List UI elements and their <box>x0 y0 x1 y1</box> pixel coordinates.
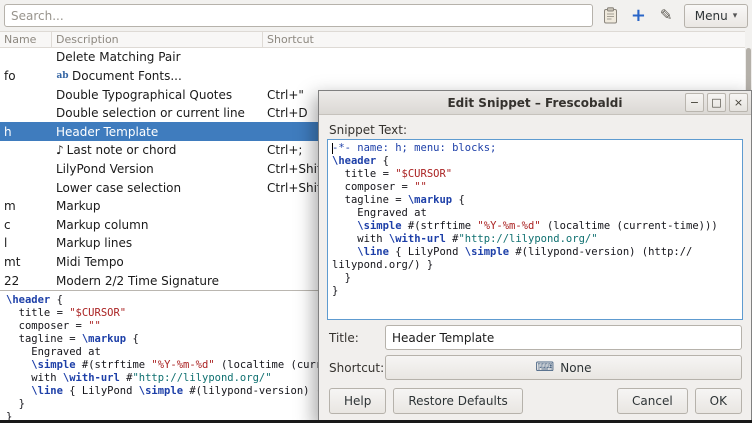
title-label: Title: <box>329 331 385 345</box>
code-line: } <box>332 285 738 298</box>
row-description-text: Last note or chord <box>67 143 177 157</box>
code-line: \header { <box>332 155 738 168</box>
row-name: l <box>0 236 52 250</box>
code-line: Engraved at <box>332 207 738 220</box>
chevron-down-icon: ▾ <box>733 11 738 21</box>
row-description-text: Delete Matching Pair <box>56 50 181 64</box>
shortcut-label: Shortcut: <box>329 361 385 375</box>
row-description: Header Template <box>52 125 263 139</box>
maximize-icon[interactable]: □ <box>707 93 726 112</box>
add-snippet-icon[interactable]: + <box>629 6 649 26</box>
row-description: Modern 2/2 Time Signature <box>52 274 263 288</box>
row-name: fo <box>0 69 52 83</box>
code-line: tagline = \markup { <box>332 194 738 207</box>
code-line: \simple #(strftime "%Y-%m-%d" (localtime… <box>332 220 738 233</box>
window-controls: − □ × <box>685 93 748 112</box>
music-note-icon: ♪ <box>56 143 64 157</box>
row-name: 22 <box>0 274 52 288</box>
row-description: Delete Matching Pair <box>52 50 263 64</box>
shortcut-button[interactable]: ⌨ None <box>385 355 742 380</box>
row-description-text: Markup column <box>56 218 148 232</box>
clipboard-graphic <box>603 7 618 24</box>
column-header-name[interactable]: Name <box>0 32 52 47</box>
text-cursor <box>332 143 333 154</box>
code-line: \line { LilyPond \simple #(lilypond-vers… <box>332 246 738 259</box>
keyboard-icon: ⌨ <box>535 361 554 374</box>
row-name: m <box>0 199 52 213</box>
row-description-text: Header Template <box>56 125 158 139</box>
row-description-text: Document Fonts... <box>72 69 182 83</box>
table-header: Name Description Shortcut <box>0 31 745 48</box>
cancel-button[interactable]: Cancel <box>617 388 688 414</box>
ok-button[interactable]: OK <box>695 388 742 414</box>
shortcut-field-row: Shortcut: ⌨ None <box>329 355 742 380</box>
button-spacer <box>530 388 610 414</box>
row-description-text: Double selection or current line <box>56 106 245 120</box>
snippet-text-label: Snippet Text: <box>329 123 407 137</box>
table-row[interactable]: foabDocument Fonts... <box>0 67 745 86</box>
column-header-description[interactable]: Description <box>52 32 263 47</box>
toolbar: + ✎ Menu ▾ <box>0 0 752 31</box>
help-button[interactable]: Help <box>329 388 386 414</box>
dialog-titlebar[interactable]: Edit Snippet – Frescobaldi − □ × <box>319 91 751 115</box>
row-description-text: Modern 2/2 Time Signature <box>56 274 219 288</box>
code-line: composer = "" <box>332 181 738 194</box>
edit-snippet-icon[interactable]: ✎ <box>656 6 676 26</box>
code-line: } <box>332 272 738 285</box>
row-description-text: Double Typographical Quotes <box>56 88 232 102</box>
row-description-text: Midi Tempo <box>56 255 124 269</box>
row-name: c <box>0 218 52 232</box>
title-input[interactable] <box>385 325 742 350</box>
row-description: Midi Tempo <box>52 255 263 269</box>
row-description-text: LilyPond Version <box>56 162 154 176</box>
search-input[interactable] <box>4 4 593 27</box>
row-name: h <box>0 125 52 139</box>
document-fonts-icon: ab <box>56 69 69 82</box>
edit-snippet-dialog: Edit Snippet – Frescobaldi − □ × Snippet… <box>318 90 752 423</box>
dialog-button-row: Help Restore Defaults Cancel OK <box>329 388 742 414</box>
table-row[interactable]: Delete Matching Pair <box>0 48 745 67</box>
code-line: lilypond.org/) } <box>332 259 738 272</box>
code-line: -*- name: h; menu: blocks; <box>332 142 738 155</box>
row-description: Markup <box>52 199 263 213</box>
row-description: Double selection or current line <box>52 106 263 120</box>
row-name: mt <box>0 255 52 269</box>
shortcut-value: None <box>560 361 591 375</box>
row-description: ♪Last note or chord <box>52 143 263 157</box>
snippet-manager-window: + ✎ Menu ▾ Name Description Shortcut Del… <box>0 0 752 423</box>
code-line: title = "$CURSOR" <box>332 168 738 181</box>
paste-icon[interactable] <box>601 6 621 26</box>
row-description: Double Typographical Quotes <box>52 88 263 102</box>
restore-defaults-button[interactable]: Restore Defaults <box>393 388 522 414</box>
snippet-text-editor[interactable]: -*- name: h; menu: blocks;\header { titl… <box>327 139 743 320</box>
row-description-text: Markup lines <box>56 236 132 250</box>
menu-button[interactable]: Menu ▾ <box>684 4 748 28</box>
row-description: Markup lines <box>52 236 263 250</box>
close-icon[interactable]: × <box>729 93 748 112</box>
row-description-text: Markup <box>56 199 100 213</box>
row-description: Markup column <box>52 218 263 232</box>
row-description-text: Lower case selection <box>56 181 181 195</box>
column-header-shortcut[interactable]: Shortcut <box>263 32 745 47</box>
row-description: abDocument Fonts... <box>52 69 263 83</box>
menu-button-label: Menu <box>695 9 728 23</box>
title-field-row: Title: <box>329 325 742 350</box>
row-description: LilyPond Version <box>52 162 263 176</box>
code-line: with \with-url #"http://lilypond.org/" <box>332 233 738 246</box>
row-description: Lower case selection <box>52 181 263 195</box>
minimize-icon[interactable]: − <box>685 93 704 112</box>
